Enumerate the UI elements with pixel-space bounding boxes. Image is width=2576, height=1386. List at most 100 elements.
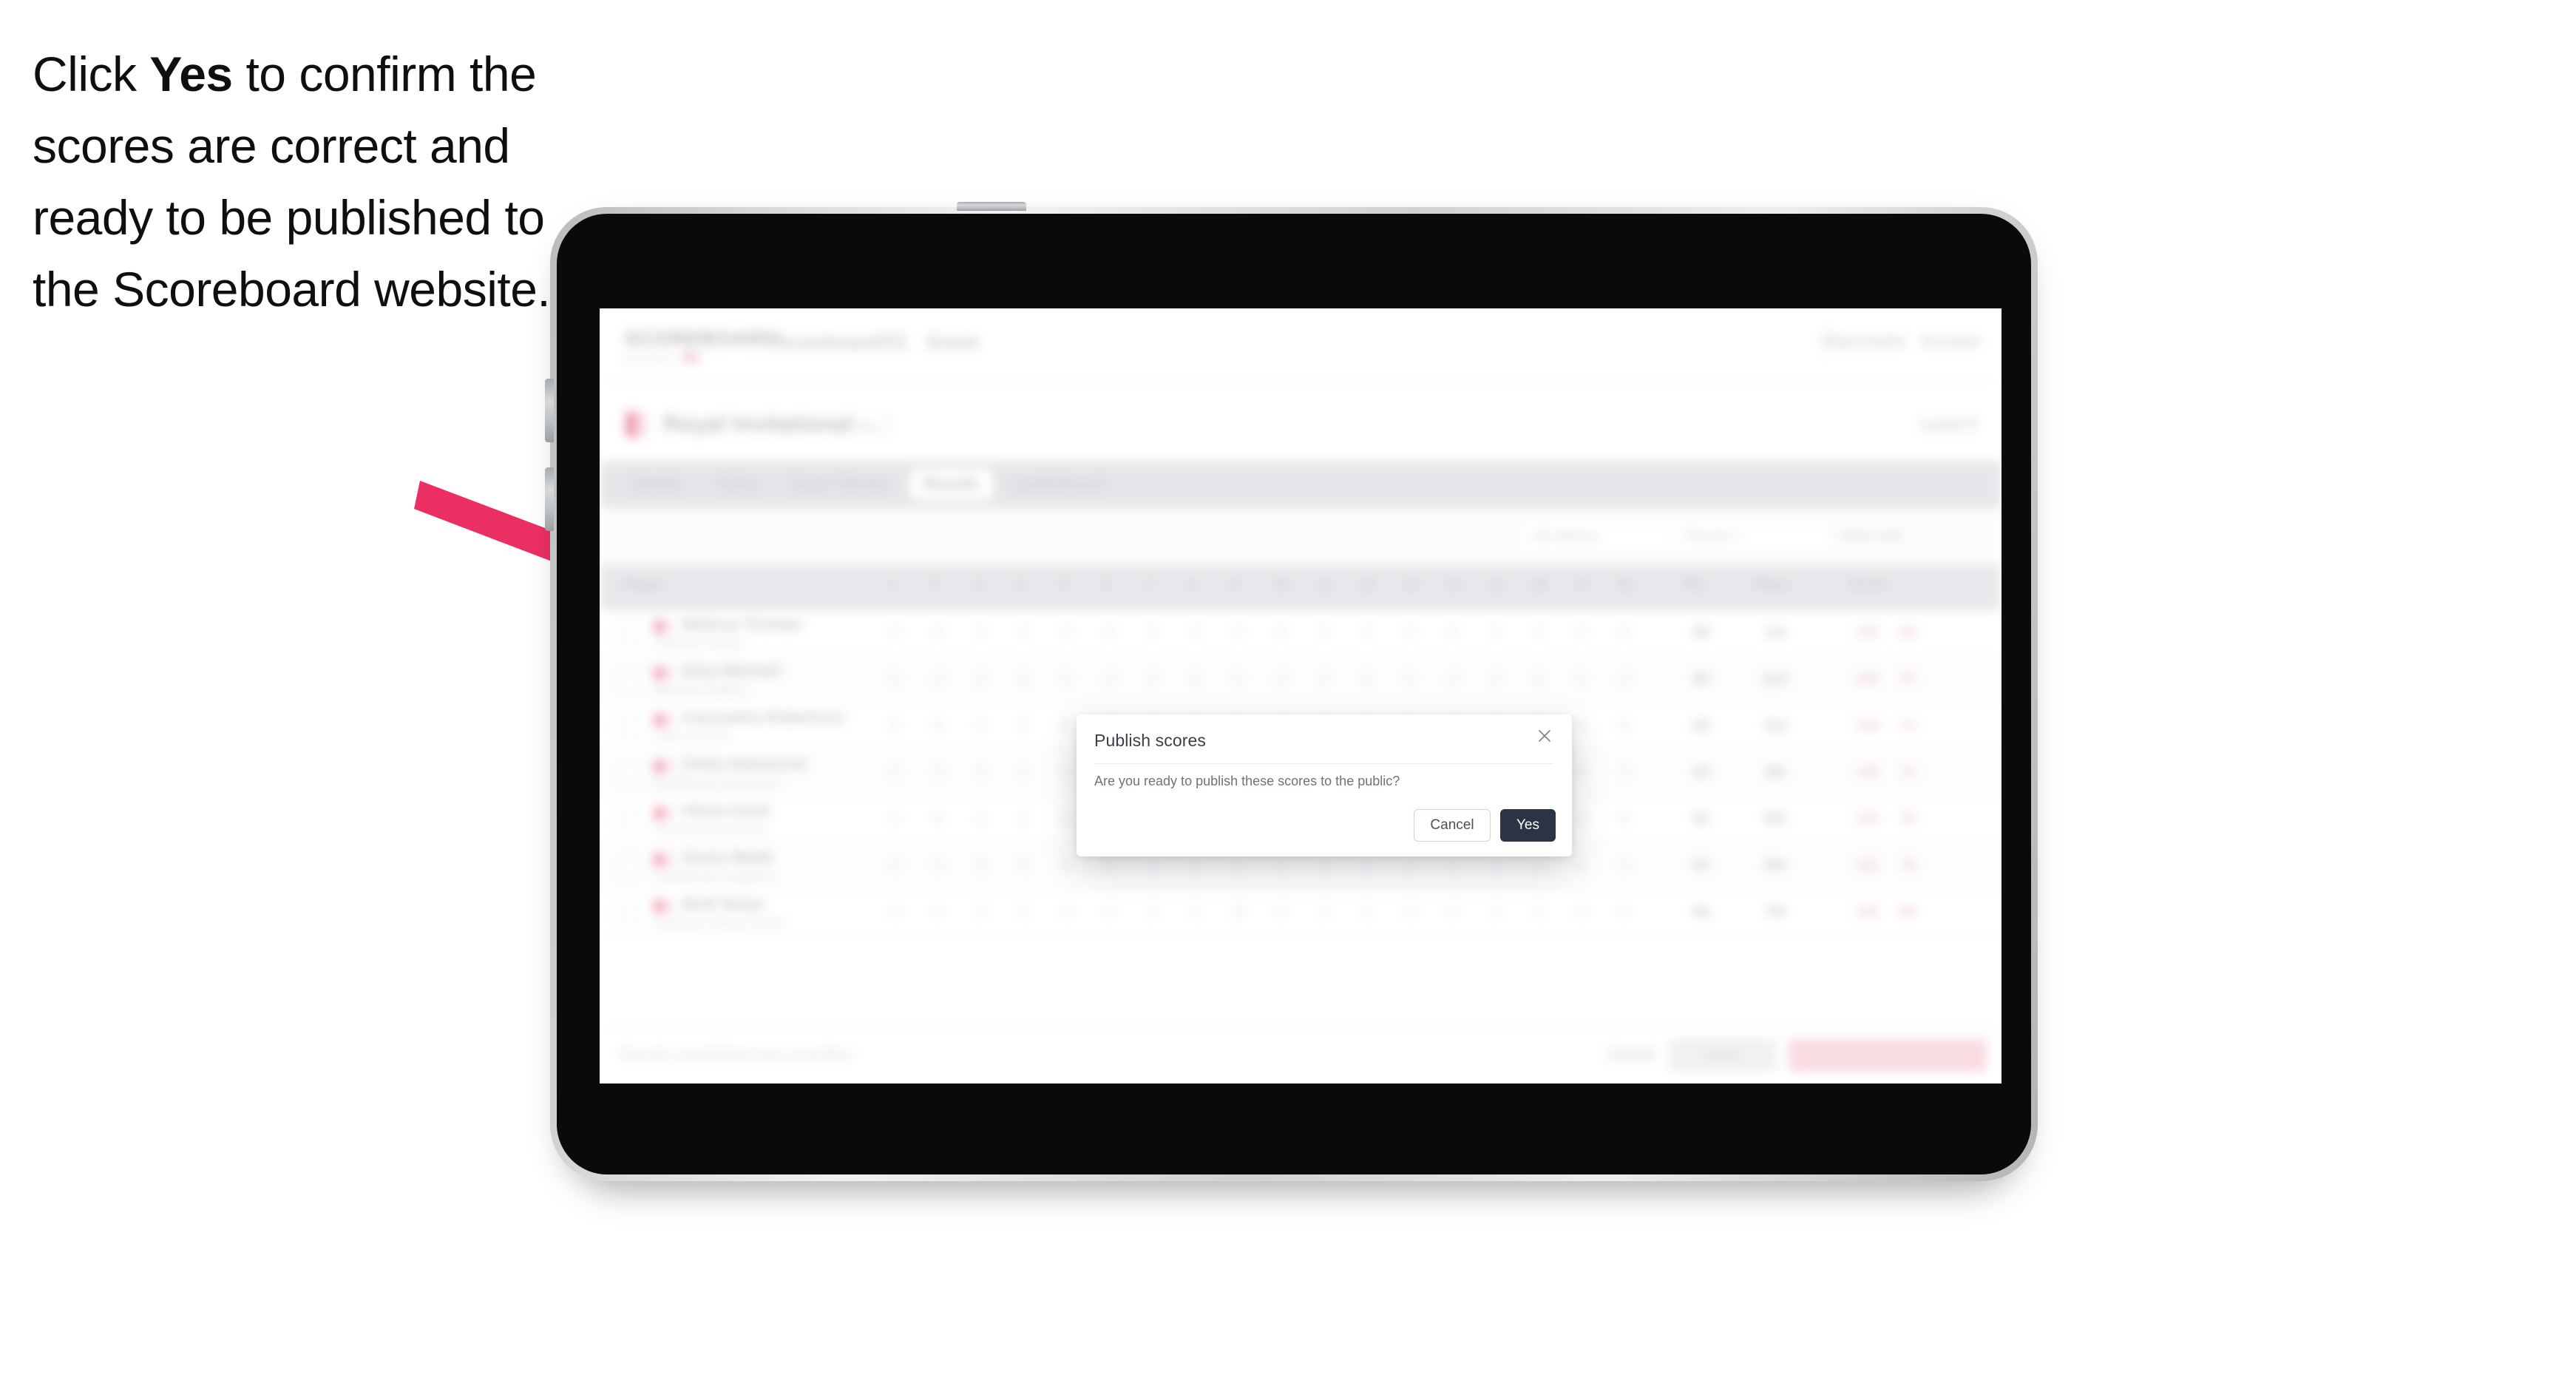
score-cell[interactable]: 4 xyxy=(1484,858,1506,874)
score-cell[interactable]: 4 xyxy=(884,905,906,921)
power-button[interactable] xyxy=(957,202,1026,211)
score-cell[interactable]: 4 xyxy=(926,858,949,874)
score-cell[interactable]: 4 xyxy=(1484,905,1506,921)
volume-up-button[interactable] xyxy=(545,379,554,442)
row-checkbox[interactable] xyxy=(619,717,640,738)
score-cell[interactable]: 4 xyxy=(884,625,906,641)
score-cell[interactable]: 8 xyxy=(1227,858,1249,874)
table-row[interactable]: Melissa Thomas Oakmont Riders 4 4 4 4 4 4 4 4 4 4 4 4… xyxy=(600,610,2002,657)
row-checkbox[interactable] xyxy=(619,764,640,785)
row-checkbox[interactable] xyxy=(619,624,640,645)
score-cell[interactable]: 4 xyxy=(884,858,906,874)
score-cell[interactable]: 4 xyxy=(969,905,992,921)
row-checkbox[interactable] xyxy=(619,857,640,878)
score-cell[interactable]: 4 xyxy=(1227,672,1249,688)
score-cell[interactable]: 4 xyxy=(1570,811,1592,828)
score-cell[interactable]: 4 xyxy=(1613,672,1635,688)
score-cell[interactable]: 4 xyxy=(1012,765,1034,781)
score-cell[interactable]: 4 xyxy=(1012,858,1034,874)
score-cell[interactable]: 4 xyxy=(969,718,992,734)
score-cell[interactable]: 4 xyxy=(1141,625,1163,641)
score-cell[interactable]: 4 xyxy=(1141,905,1163,921)
score-cell[interactable]: 4 xyxy=(1312,905,1335,921)
score-cell[interactable]: 4 xyxy=(1441,858,1463,874)
score-cell[interactable]: 4 xyxy=(1570,625,1592,641)
score-cell[interactable]: 4 xyxy=(884,765,906,781)
nav-link-account[interactable]: Account xyxy=(1920,334,1979,351)
score-cell[interactable]: 4 xyxy=(1570,858,1592,874)
score-cell[interactable]: 4 xyxy=(926,765,949,781)
score-cell[interactable]: 4 xyxy=(1441,905,1463,921)
score-cell[interactable]: 4 xyxy=(1527,858,1549,874)
score-cell[interactable]: 4 xyxy=(926,625,949,641)
volume-down-button[interactable] xyxy=(545,467,554,531)
tab-leaderboard[interactable]: Leaderboard xyxy=(997,469,1118,500)
score-cell[interactable]: 4 xyxy=(969,765,992,781)
score-cell[interactable]: 4 xyxy=(884,718,906,734)
score-cell[interactable]: 4 xyxy=(1312,858,1335,874)
score-cell[interactable]: 4 xyxy=(1270,858,1292,874)
filter-round-select[interactable]: Round 1 xyxy=(1673,520,1833,554)
score-cell[interactable]: 4 xyxy=(1012,811,1034,828)
table-row[interactable]: Beth Nolan Lakeside Riding Centre 4 4 4 4 4 4 4 4… xyxy=(600,890,2002,936)
score-cell[interactable]: 4 xyxy=(1012,672,1034,688)
score-cell[interactable]: 4 xyxy=(1012,625,1034,641)
score-cell[interactable]: 4 xyxy=(1012,718,1034,734)
tab-score-sheets[interactable]: Score Sheets xyxy=(777,469,902,500)
score-cell[interactable]: 4 xyxy=(1184,858,1206,874)
score-cell[interactable]: 4 xyxy=(1055,858,1077,874)
score-cell[interactable]: 4 xyxy=(1613,811,1635,828)
score-cell[interactable]: 4 xyxy=(1613,765,1635,781)
score-cell[interactable]: 4 xyxy=(1098,905,1120,921)
score-cell[interactable]: 4 xyxy=(1355,858,1377,874)
score-cell[interactable]: 4 xyxy=(1055,811,1077,828)
tab-entry[interactable]: Entry xyxy=(705,469,771,500)
score-cell[interactable]: 4 xyxy=(1227,625,1249,641)
score-cell[interactable]: 4 xyxy=(1055,765,1077,781)
score-cell[interactable]: 4 xyxy=(1570,765,1592,781)
score-cell[interactable]: 4 xyxy=(1270,905,1292,921)
score-cell[interactable]: 4 xyxy=(1527,672,1549,688)
score-cell[interactable]: 4 xyxy=(1141,858,1163,874)
score-cell[interactable]: 4 xyxy=(1055,905,1077,921)
score-cell[interactable]: 4 xyxy=(1441,625,1463,641)
row-checkbox[interactable] xyxy=(619,671,640,692)
nav-link-scoreboard[interactable]: Scoreboard/V3 xyxy=(776,332,906,354)
score-cell[interactable]: 4 xyxy=(1098,858,1120,874)
tab-results[interactable]: Results xyxy=(910,469,993,500)
score-cell[interactable]: 4 xyxy=(926,718,949,734)
score-cell[interactable]: 4 xyxy=(1527,625,1549,641)
score-cell[interactable]: 4 xyxy=(1312,672,1335,688)
score-cell[interactable]: 4 xyxy=(1098,672,1120,688)
score-cell[interactable]: 4 xyxy=(1398,905,1420,921)
table-row[interactable]: Eliza Mitchell Wexford Stables 4 4 4 4 4 4 4 4 4 4 4… xyxy=(600,657,2002,703)
score-cell[interactable]: 4 xyxy=(969,858,992,874)
score-cell[interactable]: 4 xyxy=(1098,625,1120,641)
score-cell[interactable]: 4 xyxy=(926,811,949,828)
close-icon[interactable] xyxy=(1533,725,1556,747)
score-cell[interactable]: 4 xyxy=(1613,905,1635,921)
score-cell[interactable]: 4 xyxy=(1012,905,1034,921)
row-checkbox[interactable] xyxy=(619,904,640,924)
score-cell[interactable]: 4 xyxy=(1184,672,1206,688)
row-checkbox[interactable] xyxy=(619,811,640,831)
score-cell[interactable]: 4 xyxy=(1570,718,1592,734)
footer-cancel-link[interactable]: Cancel xyxy=(1607,1047,1655,1064)
score-cell[interactable]: 4 xyxy=(1570,672,1592,688)
score-cell[interactable]: 4 xyxy=(1441,672,1463,688)
footer-publish-button[interactable]: Publish and notify riders xyxy=(1789,1039,1987,1072)
score-cell[interactable]: 8 xyxy=(1227,905,1249,921)
score-cell[interactable]: 4 xyxy=(884,811,906,828)
score-cell[interactable]: 4 xyxy=(1055,625,1077,641)
footer-save-button[interactable]: Save xyxy=(1669,1039,1777,1072)
score-cell[interactable]: 4 xyxy=(969,625,992,641)
score-cell[interactable]: 4 xyxy=(1355,905,1377,921)
score-cell[interactable]: 4 xyxy=(1527,905,1549,921)
score-cell[interactable]: 4 xyxy=(1055,672,1077,688)
score-cell[interactable]: 4 xyxy=(969,672,992,688)
score-cell[interactable]: 4 xyxy=(1184,905,1206,921)
filter-classes-select[interactable]: All classes xyxy=(1519,520,1679,554)
score-cell[interactable]: 4 xyxy=(969,811,992,828)
score-cell[interactable]: 4 xyxy=(1055,718,1077,734)
score-cell[interactable]: 4 xyxy=(1613,625,1635,641)
